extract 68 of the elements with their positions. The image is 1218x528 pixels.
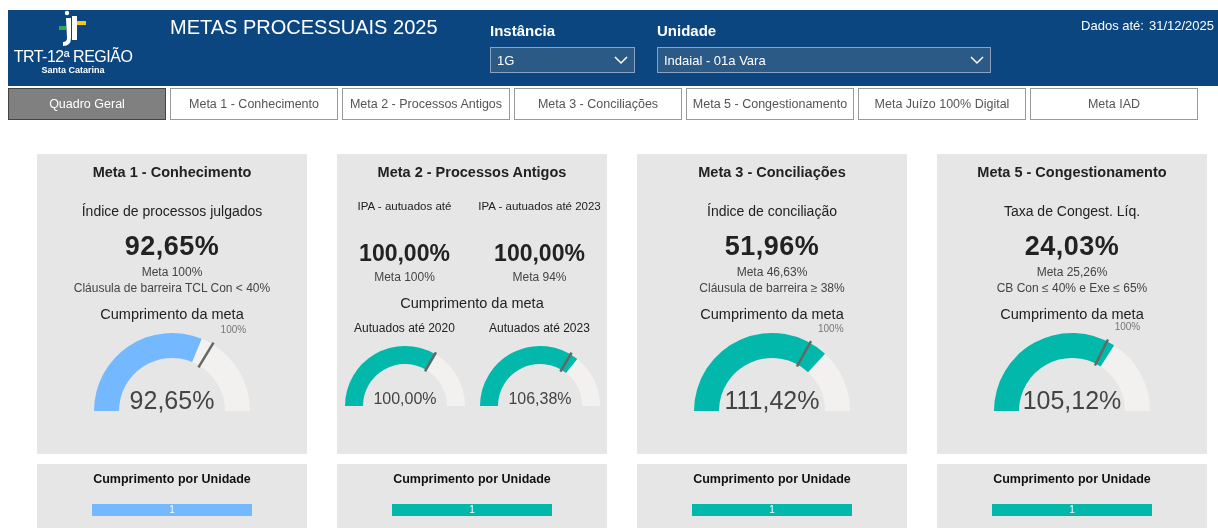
nav-tab[interactable]: Quadro Geral (8, 88, 166, 120)
target-label: 100% (818, 322, 844, 334)
card-title: Meta 1 - Conhecimento (92, 164, 252, 180)
filter-label: Instância (490, 22, 557, 39)
logo-text: TRT-12ª REGIÃO (13, 48, 133, 65)
chevron-down-icon (970, 55, 984, 65)
gauge-title: Cumprimento da meta (700, 306, 844, 322)
nav-tab[interactable]: Meta IAD (1030, 88, 1198, 120)
indicator-value: 100,00% (359, 240, 450, 267)
gauge-title: Cumprimento da meta (1000, 306, 1144, 322)
date-value: 31/12/2025 (1148, 18, 1214, 33)
filter-dropdown[interactable]: Indaial - 01a Vara (657, 47, 991, 73)
indicator-label: IPA - autuados até (357, 200, 452, 214)
indicator-label: IPA - autuados até 2023 (478, 200, 601, 214)
gauge-reading: 105,12% (1022, 386, 1122, 414)
target-note: Meta 94% (512, 269, 567, 285)
target-note: Meta 100% (141, 264, 203, 280)
indicator-label: Índice de processos julgados (81, 203, 263, 221)
gauge-reading: 106,38% (507, 390, 572, 407)
bar-value-label: 1 (1069, 504, 1075, 516)
unit-title: Cumprimento por Unidade (393, 472, 551, 486)
gauge-reading: 100,00% (372, 390, 437, 407)
indicator-label: Taxa de Congest. Líq. (1003, 203, 1141, 221)
gauge-reading: 92,65% (129, 386, 215, 414)
filter-dropdown[interactable]: 1G (490, 47, 635, 73)
target-label: 100% (220, 324, 247, 336)
indicator-label: Índice de conciliação (707, 203, 837, 221)
logo-icon (58, 10, 88, 48)
gauge-title: Cumprimento da meta (100, 306, 244, 322)
nav-tab[interactable]: Meta 5 - Congestionamento (686, 88, 854, 120)
indicator-value: 92,65% (124, 231, 220, 262)
target-note: Meta 25,26% (1036, 264, 1108, 280)
gauge-caption: Autuados até 2023 (489, 321, 590, 335)
target-marker (197, 341, 215, 369)
indicator-value: 51,96% (724, 231, 820, 262)
target-note: Cláusula de barreira ≥ 38% (699, 280, 845, 296)
nav-tab[interactable]: Meta 3 - Conciliações (514, 88, 682, 120)
nav-tab[interactable]: Meta Juízo 100% Digital (858, 88, 1026, 120)
unit-title: Cumprimento por Unidade (693, 472, 851, 486)
target-note: CB Con ≤ 40% e Exe ≤ 65% (996, 280, 1148, 296)
card-title: Meta 2 - Processos Antigos (377, 164, 567, 180)
nav-tab[interactable]: Meta 1 - Conhecimento (170, 88, 338, 120)
gauge-reading: 111,42% (724, 386, 820, 414)
unit-title: Cumprimento por Unidade (93, 472, 251, 486)
indicator-value: 24,03% (1024, 231, 1120, 262)
gauge-title: Cumprimento da meta (400, 295, 544, 311)
card-title: Meta 3 - Conciliações (698, 164, 846, 180)
date-label: Dados até: (1081, 18, 1144, 33)
target-note: Cláusula de barreira TCL Con < 40% (73, 280, 271, 296)
target-note: Meta 100% (374, 269, 435, 285)
target-label: 100% (1114, 321, 1141, 333)
bar-value-label: 1 (169, 504, 175, 516)
target-marker (1093, 338, 1110, 366)
bar-value-label: 1 (469, 504, 475, 516)
card-title: Meta 5 - Congestionamento (977, 164, 1167, 180)
dashboard-title: METAS PROCESSUAIS 2025 (170, 15, 439, 40)
filter-label: Unidade (657, 22, 718, 39)
chevron-down-icon (614, 55, 628, 65)
target-marker (795, 340, 813, 368)
unit-title: Cumprimento por Unidade (993, 472, 1151, 486)
target-marker (558, 352, 573, 373)
bar-value-label: 1 (769, 504, 775, 516)
target-marker (423, 351, 437, 372)
indicator-value: 100,00% (494, 240, 585, 267)
nav-tab[interactable]: Meta 2 - Processos Antigos (342, 88, 510, 120)
target-note: Meta 46,63% (736, 264, 808, 280)
gauge-caption: Autuados até 2020 (354, 321, 455, 335)
logo-subtext: Santa Catarina (41, 65, 105, 75)
